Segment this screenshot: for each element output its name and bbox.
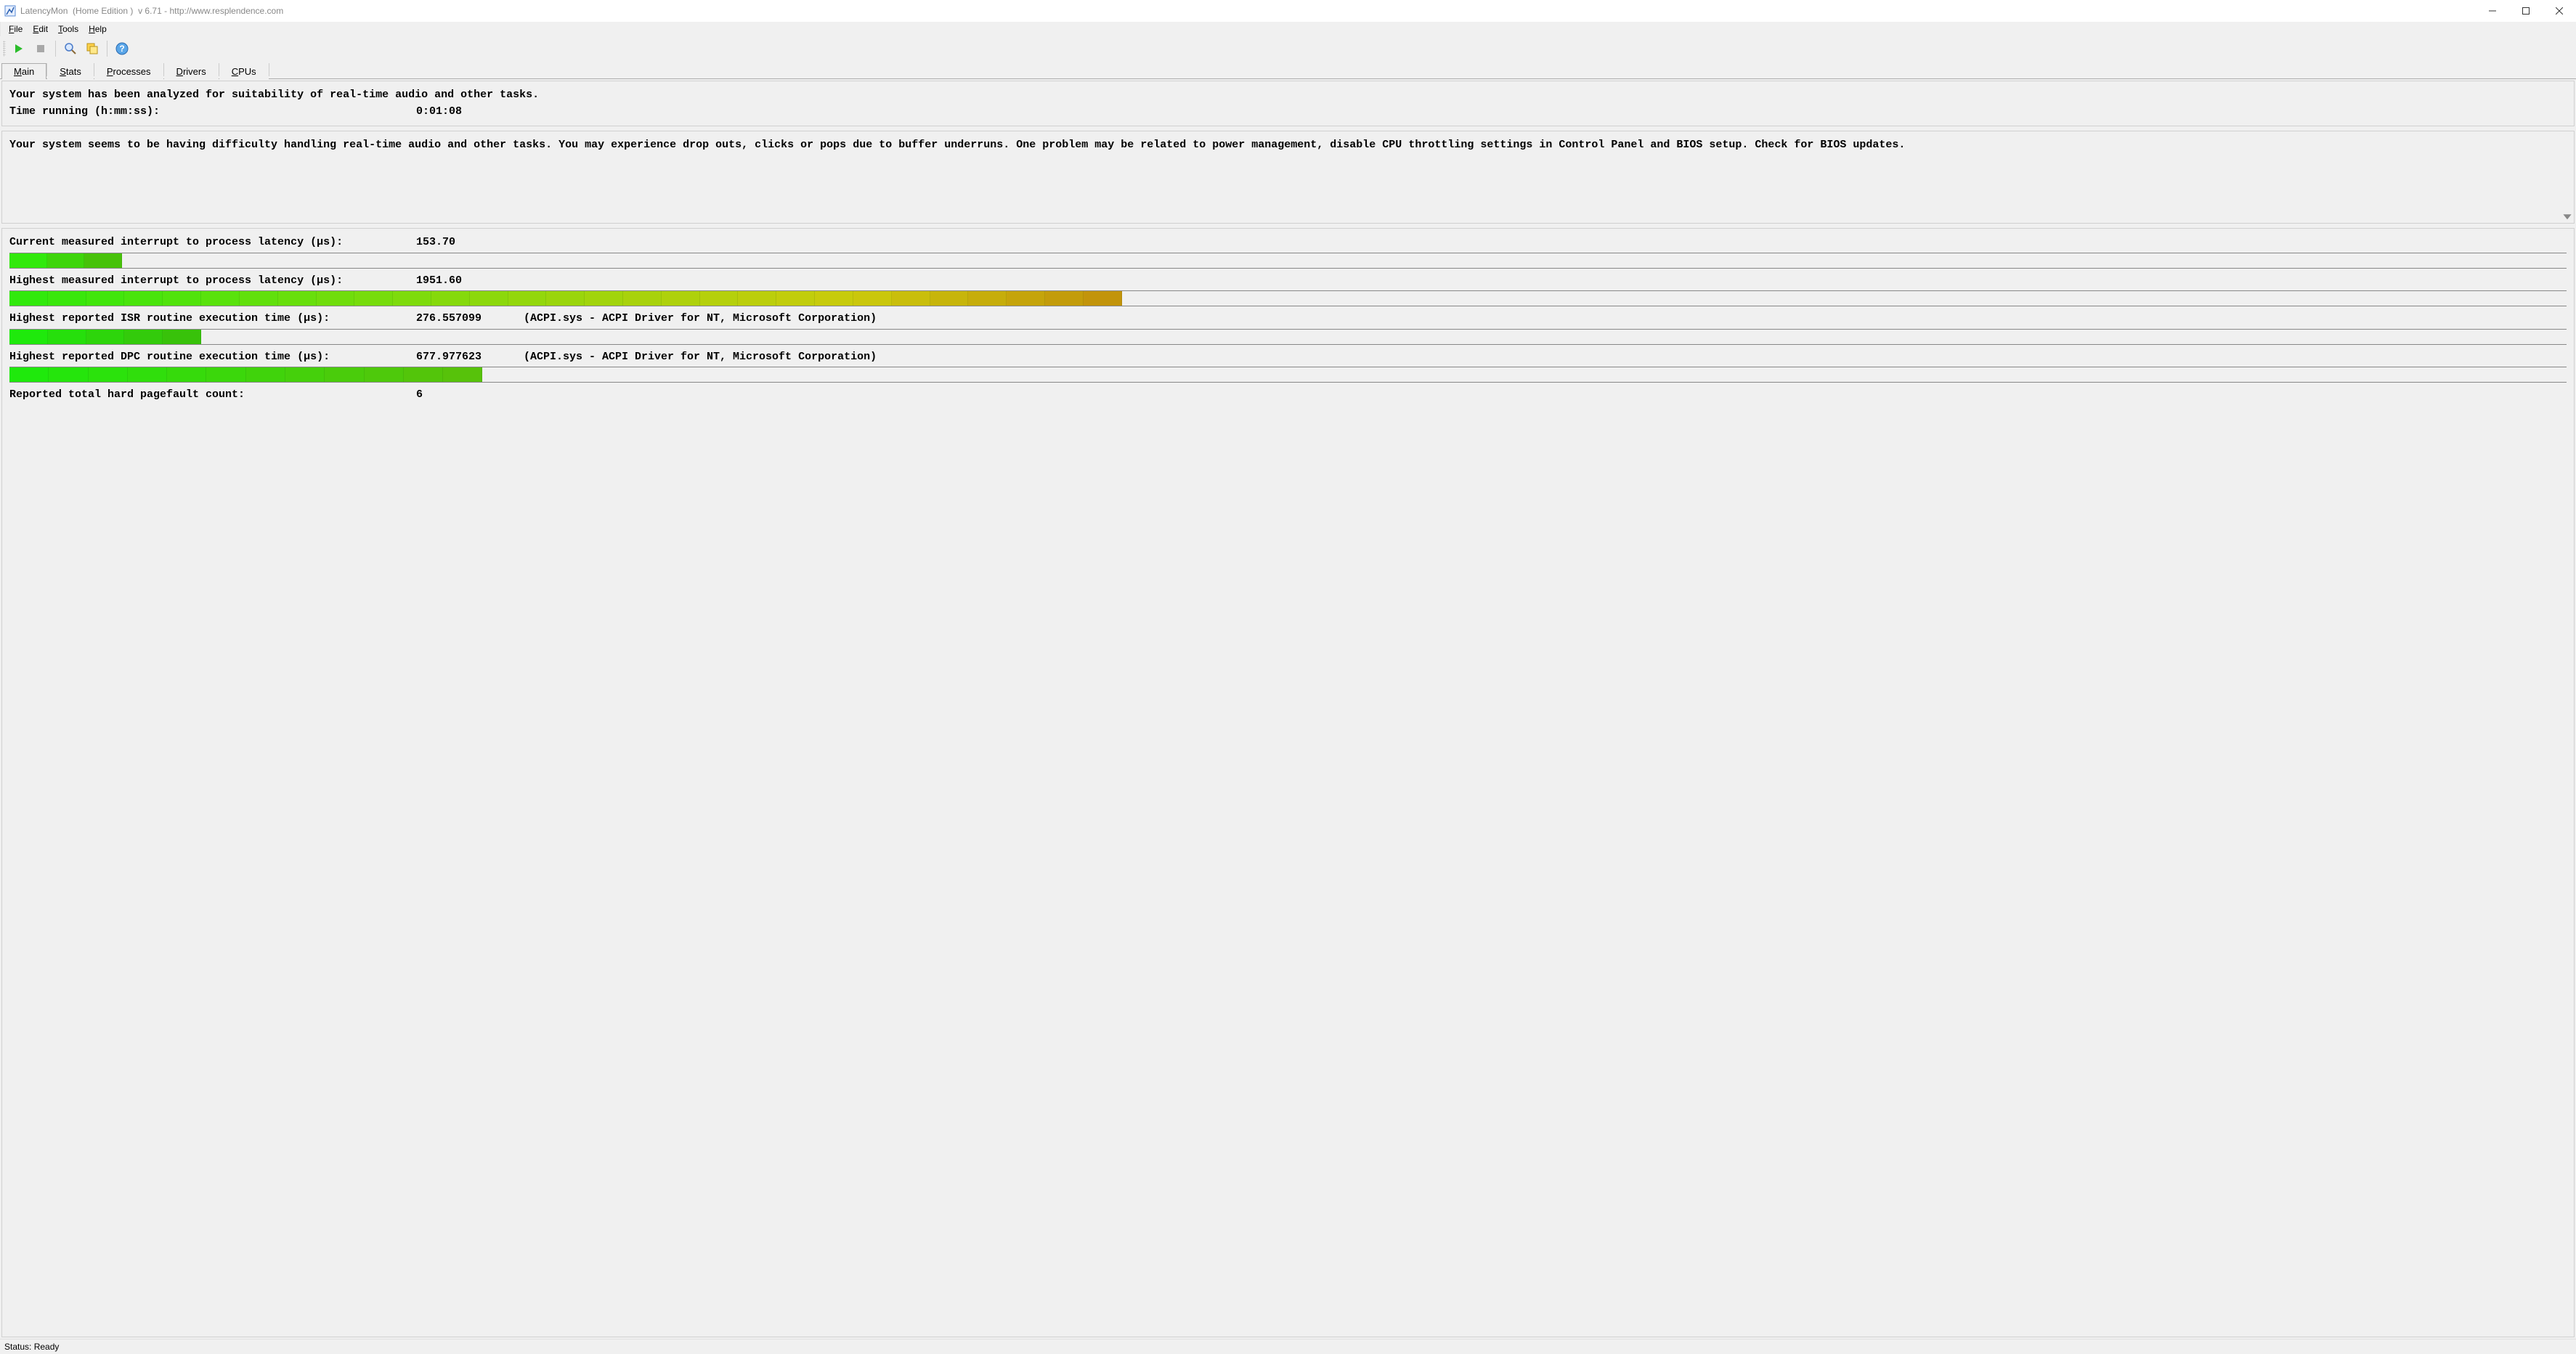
statusbar: Status: Ready <box>0 1339 2576 1354</box>
pagefault-value: 6 <box>416 387 511 404</box>
metric-row: Highest measured interrupt to process la… <box>9 273 2567 290</box>
app-icon <box>4 5 16 17</box>
close-button[interactable] <box>2543 0 2576 22</box>
metric-value: 153.70 <box>416 234 511 251</box>
app-window: LatencyMon (Home Edition ) v 6.71 - http… <box>0 0 2576 1354</box>
tab-processes[interactable]: Processes <box>94 63 163 79</box>
pagefault-label: Reported total hard pagefault count: <box>9 387 416 404</box>
time-running-value: 0:01:08 <box>416 104 511 121</box>
svg-text:?: ? <box>119 44 124 54</box>
time-running-row: Time running (h:mm:ss): 0:01:08 <box>9 104 2567 121</box>
metric-bar <box>9 290 2567 306</box>
metric-label: Highest reported ISR routine execution t… <box>9 311 416 327</box>
metric-bar <box>9 253 2567 269</box>
tabbar: Main Stats Processes Drivers CPUs <box>0 61 2576 78</box>
time-running-label: Time running (h:mm:ss): <box>9 104 416 121</box>
diagnosis-panel: Your system seems to be having difficult… <box>1 131 2575 224</box>
metric-bar <box>9 329 2567 345</box>
metric-extra: (ACPI.sys - ACPI Driver for NT, Microsof… <box>511 311 2567 327</box>
minimize-button[interactable] <box>2476 0 2509 22</box>
metric-row: Current measured interrupt to process la… <box>9 234 2567 251</box>
menu-edit[interactable]: Edit <box>28 23 53 36</box>
metric-label: Highest measured interrupt to process la… <box>9 273 416 290</box>
menubar: File Edit Tools Help <box>0 22 2576 36</box>
tab-cpus[interactable]: CPUs <box>219 63 269 79</box>
pagefault-row: Reported total hard pagefault count:6 <box>9 387 2567 404</box>
maximize-button[interactable] <box>2509 0 2543 22</box>
analyze-button[interactable] <box>60 38 81 59</box>
metrics-panel: Current measured interrupt to process la… <box>1 228 2575 1337</box>
metric-extra <box>511 273 2567 290</box>
metric-extra: (ACPI.sys - ACPI Driver for NT, Microsof… <box>511 349 2567 366</box>
summary-panel: Your system has been analyzed for suitab… <box>1 81 2575 126</box>
toolbar: ? <box>0 36 2576 61</box>
metric-label: Current measured interrupt to process la… <box>9 234 416 251</box>
stop-button[interactable] <box>31 38 51 59</box>
help-button[interactable]: ? <box>112 38 132 59</box>
metric-value: 1951.60 <box>416 273 511 290</box>
title-url: http://www.resplendence.com <box>169 6 283 16</box>
menu-file[interactable]: File <box>4 23 28 36</box>
tab-drivers[interactable]: Drivers <box>164 63 219 79</box>
status-text: Status: Ready <box>4 1342 59 1352</box>
menu-help[interactable]: Help <box>84 23 112 36</box>
window-title: LatencyMon (Home Edition ) v 6.71 - http… <box>20 6 283 16</box>
toolbar-grip <box>3 41 6 57</box>
metric-row: Highest reported ISR routine execution t… <box>9 311 2567 327</box>
metric-value: 276.557099 <box>416 311 511 327</box>
copy-button[interactable] <box>82 38 102 59</box>
tab-stats[interactable]: Stats <box>47 63 94 79</box>
title-app: LatencyMon <box>20 6 68 16</box>
metric-label: Highest reported DPC routine execution t… <box>9 349 416 366</box>
play-button[interactable] <box>9 38 29 59</box>
metric-value: 677.977623 <box>416 349 511 366</box>
metric-extra <box>511 234 2567 251</box>
tab-main[interactable]: Main <box>1 63 46 79</box>
title-edition: (Home Edition ) <box>73 6 133 16</box>
diagnosis-text: Your system seems to be having difficult… <box>9 137 2567 154</box>
scroll-down-icon[interactable] <box>2562 211 2572 221</box>
titlebar: LatencyMon (Home Edition ) v 6.71 - http… <box>0 0 2576 22</box>
title-version: v 6.71 <box>138 6 162 16</box>
metric-row: Highest reported DPC routine execution t… <box>9 349 2567 366</box>
summary-line: Your system has been analyzed for suitab… <box>9 87 2567 104</box>
window-controls <box>2476 0 2576 22</box>
content-area: Your system has been analyzed for suitab… <box>0 78 2576 1339</box>
toolbar-separator <box>55 41 56 57</box>
metric-bar <box>9 367 2567 383</box>
menu-tools[interactable]: Tools <box>53 23 84 36</box>
